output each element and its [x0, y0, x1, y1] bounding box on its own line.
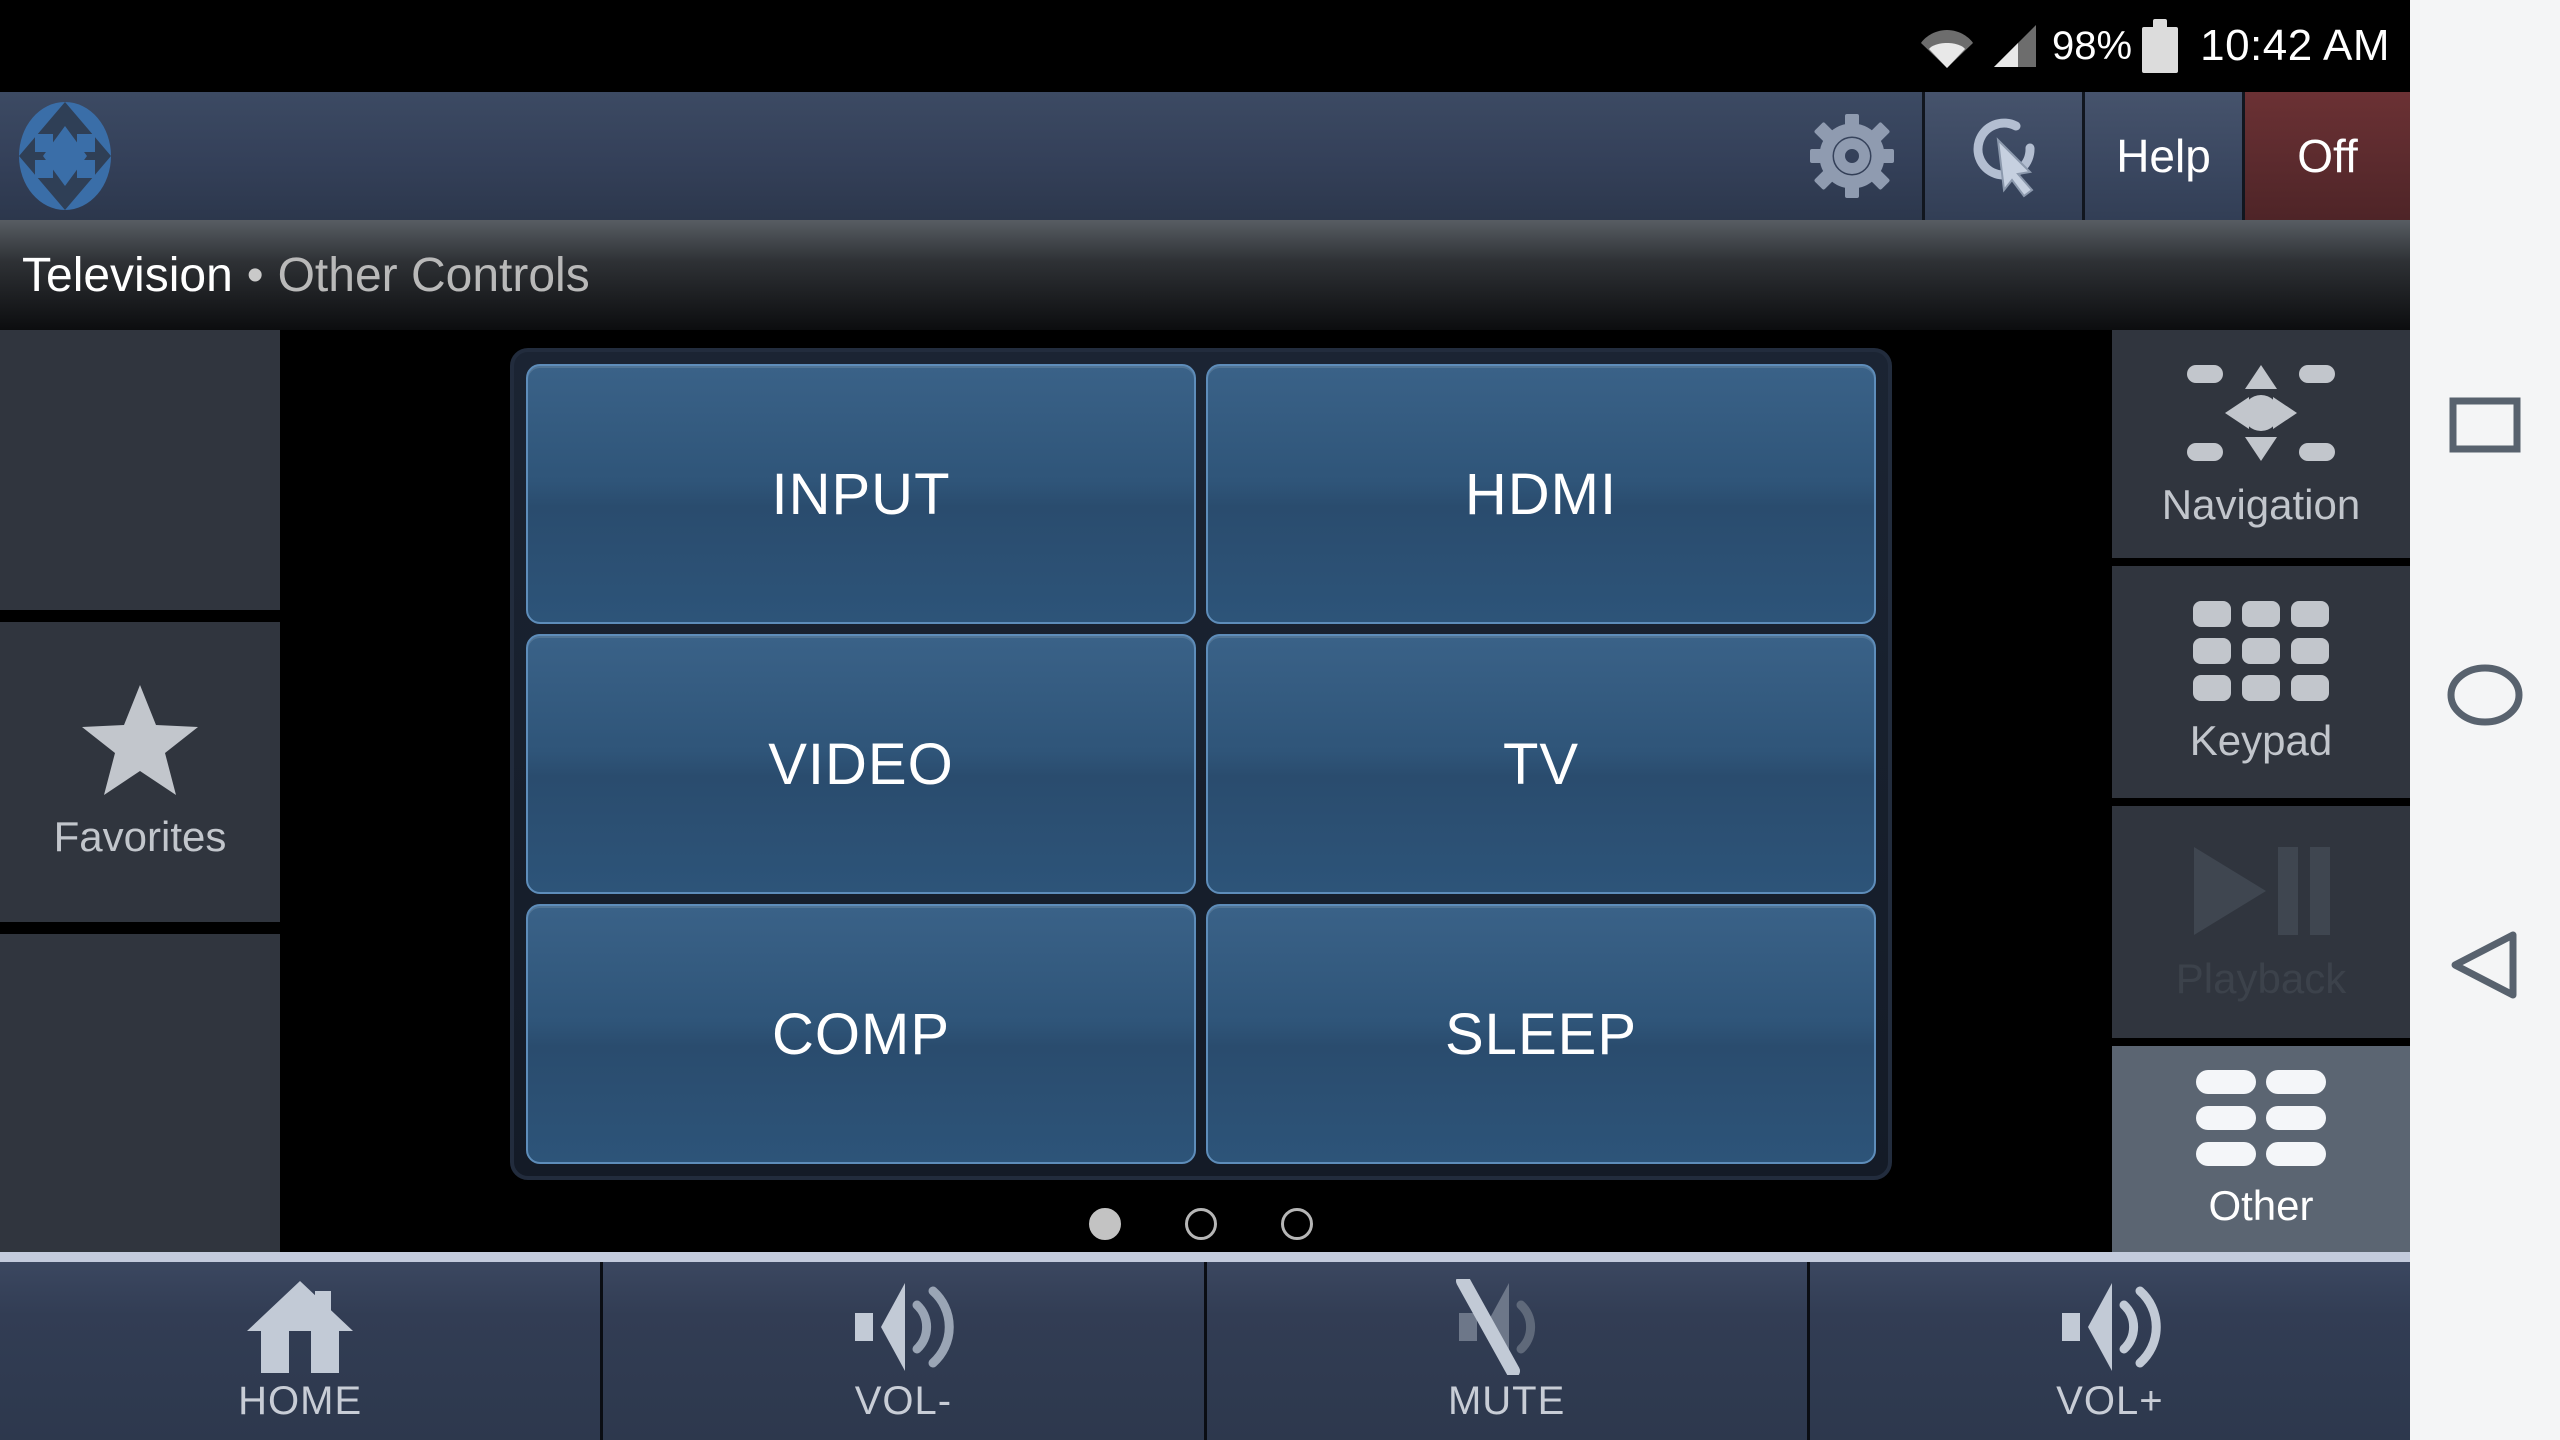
home-nav-button[interactable]: [2410, 560, 2560, 830]
keypad-grid-icon: [2191, 599, 2331, 703]
volume-down-icon: [843, 1279, 963, 1375]
cellular-signal-icon: [1988, 23, 2040, 69]
wifi-icon: [1920, 24, 1974, 68]
grid-button-video[interactable]: VIDEO: [526, 634, 1196, 894]
back-button[interactable]: [2410, 830, 2560, 1100]
sidebar-item-playback-label: Playback: [2175, 955, 2347, 1002]
app-header-bar: Help Off: [0, 92, 2410, 220]
home-icon: [245, 1279, 355, 1375]
sidebar-item-playback[interactable]: Playback: [2112, 806, 2410, 1038]
home-label: HOME: [238, 1378, 363, 1423]
touch-gesture-icon: [1958, 110, 2050, 202]
sidebar-item-other-label: Other: [2208, 1182, 2314, 1229]
phone-screen: 98% 10:42 AM Help Off Television • Other…: [0, 0, 2560, 1440]
settings-button[interactable]: [1782, 92, 1922, 220]
grid-button-tv[interactable]: TV: [1206, 634, 1876, 894]
main-content: Favorites INPUT HDMI VIDEO TV COMP SLEEP: [0, 330, 2410, 1252]
bottom-action-bar: HOME VOL- MUTE VOL+: [0, 1262, 2410, 1440]
android-navigation-bar: [2410, 0, 2560, 1440]
sidebar-item-favorites[interactable]: Favorites: [0, 622, 280, 922]
android-status-bar: 98% 10:42 AM: [0, 0, 2410, 92]
sidebar-item-other[interactable]: Other: [2112, 1046, 2410, 1252]
page-dot-1[interactable]: [1089, 1208, 1121, 1240]
battery-icon: [2142, 19, 2179, 73]
sidebar-item-navigation-label: Navigation: [2161, 481, 2361, 528]
left-rail-slot-empty-bottom[interactable]: [0, 934, 280, 1252]
recents-button[interactable]: [2410, 290, 2560, 560]
breadcrumb-device: Television: [22, 248, 233, 302]
breadcrumb-separator: •: [246, 248, 264, 302]
volume-down-label: VOL-: [854, 1378, 953, 1423]
gear-icon: [1808, 112, 1896, 200]
left-rail-slot-empty-top[interactable]: [0, 330, 280, 610]
grid-button-input[interactable]: INPUT: [526, 364, 1196, 624]
grid-button-comp[interactable]: COMP: [526, 904, 1196, 1164]
circle-icon: [2447, 663, 2523, 727]
star-icon: [80, 683, 200, 799]
sidebar-item-keypad-label: Keypad: [2189, 717, 2333, 764]
grid-button-hdmi[interactable]: HDMI: [1206, 364, 1876, 624]
gesture-learn-button[interactable]: [1922, 92, 2082, 220]
triangle-left-icon: [2447, 929, 2523, 1001]
square-icon: [2449, 397, 2521, 453]
page-indicator: [510, 1196, 1892, 1252]
home-button[interactable]: HOME: [0, 1262, 600, 1440]
app-logo-icon[interactable]: [0, 92, 130, 220]
volume-down-button[interactable]: VOL-: [600, 1262, 1203, 1440]
help-label: Help: [2116, 130, 2211, 182]
button-grid-panel: INPUT HDMI VIDEO TV COMP SLEEP: [510, 348, 1892, 1180]
other-grid-icon: [2194, 1068, 2328, 1168]
volume-up-button[interactable]: VOL+: [1806, 1262, 2410, 1440]
grid-button-sleep[interactable]: SLEEP: [1206, 904, 1876, 1164]
page-dot-2[interactable]: [1185, 1208, 1217, 1240]
breadcrumb-section: Other Controls: [277, 248, 590, 302]
app-header-spacer: [130, 92, 1782, 220]
right-rail: Navigation Keypad Playback Other: [2112, 330, 2410, 1252]
page-dot-3[interactable]: [1281, 1208, 1313, 1240]
off-label: Off: [2297, 130, 2358, 182]
volume-up-icon: [2050, 1279, 2170, 1375]
sidebar-item-favorites-label: Favorites: [53, 813, 227, 860]
play-pause-icon: [2186, 841, 2336, 941]
mute-label: MUTE: [1447, 1378, 1566, 1423]
mute-button[interactable]: MUTE: [1203, 1262, 1807, 1440]
help-button[interactable]: Help: [2082, 92, 2242, 220]
status-clock: 10:42 AM: [2200, 21, 2390, 70]
sidebar-item-keypad[interactable]: Keypad: [2112, 566, 2410, 798]
volume-up-label: VOL+: [2056, 1378, 2164, 1423]
left-rail: Favorites: [0, 330, 280, 1252]
dpad-icon: [2181, 359, 2341, 467]
sidebar-item-navigation[interactable]: Navigation: [2112, 330, 2410, 558]
breadcrumb[interactable]: Television • Other Controls: [0, 220, 2410, 330]
bottom-separator: [0, 1252, 2410, 1262]
power-off-button[interactable]: Off: [2242, 92, 2410, 220]
battery-percent-label: 98%: [2052, 23, 2133, 68]
volume-mute-icon: [1447, 1278, 1567, 1375]
